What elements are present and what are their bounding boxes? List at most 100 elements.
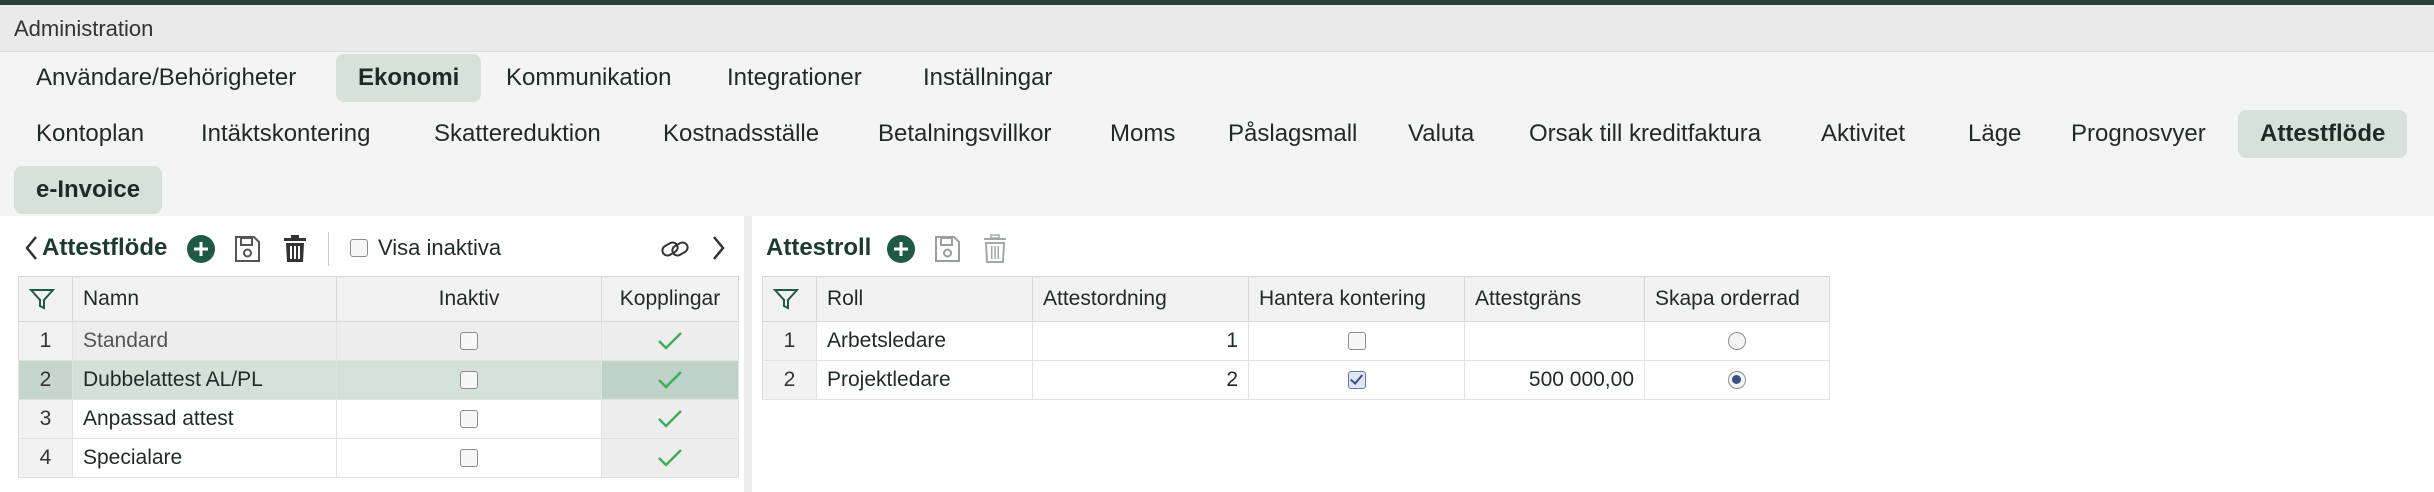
link-icon[interactable] <box>660 238 692 260</box>
attestflode-panel: Attestflöde Visa inaktiva Namn Inaktiv K… <box>0 216 744 492</box>
table-header: Namn Inaktiv Kopplingar <box>18 276 739 322</box>
attestroll-table: Roll Attestordning Hantera kontering Att… <box>762 276 2434 400</box>
row-role[interactable]: Projektledare <box>816 360 1033 400</box>
empty-cell <box>1830 361 2434 400</box>
tab-installningar[interactable]: Inställningar <box>901 54 1074 102</box>
table-row[interactable]: 2 Projektledare 2 500 000,00 <box>762 360 2434 400</box>
row-order[interactable]: 1 <box>1032 321 1249 361</box>
filter-header[interactable] <box>762 276 817 322</box>
row-number: 2 <box>18 360 73 400</box>
row-limit[interactable]: 500 000,00 <box>1464 360 1645 400</box>
row-number: 1 <box>18 321 73 361</box>
inactive-checkbox[interactable] <box>460 332 478 351</box>
table-row[interactable]: 1 Arbetsledare 1 <box>762 321 2434 361</box>
handle-posting-cell <box>1248 321 1465 361</box>
filter-header[interactable] <box>18 276 73 322</box>
inactive-checkbox[interactable] <box>460 449 478 468</box>
panel-title: Attestflöde <box>42 234 168 261</box>
sub-tab-bar: Kontoplan Intäktskontering Skatteredukti… <box>0 110 2434 160</box>
tab-integrationer[interactable]: Integrationer <box>705 54 884 102</box>
tab-intaktskontering[interactable]: Intäktskontering <box>179 110 392 158</box>
empty-cell <box>1830 322 2434 361</box>
tab-kostnadsstalle[interactable]: Kostnadsställe <box>641 110 841 158</box>
table-row[interactable]: 1 Standard <box>18 321 739 361</box>
check-icon <box>658 410 682 429</box>
tab-prognosvyer[interactable]: Prognosvyer <box>2049 110 2228 158</box>
tab-lage[interactable]: Läge <box>1946 110 2043 158</box>
create-order-row-radio[interactable] <box>1728 332 1746 351</box>
tab-moms[interactable]: Moms <box>1088 110 1197 158</box>
filter-icon[interactable] <box>28 287 56 311</box>
show-inactive-checkbox[interactable] <box>350 239 368 257</box>
show-inactive-label: Visa inaktiva <box>378 235 502 260</box>
panel-divider[interactable] <box>744 216 752 492</box>
window-title: Administration <box>14 16 154 41</box>
add-icon[interactable] <box>886 234 916 264</box>
handle-posting-checkbox[interactable] <box>1347 332 1366 351</box>
col-attestordning[interactable]: Attestordning <box>1032 276 1249 322</box>
tab-orsak-kreditfaktura[interactable]: Orsak till kreditfaktura <box>1507 110 1783 158</box>
tab-e-invoice[interactable]: e-Invoice <box>14 166 163 214</box>
chevron-right-icon[interactable] <box>712 235 726 261</box>
table-header: Roll Attestordning Hantera kontering Att… <box>762 276 2434 322</box>
check-icon <box>658 449 682 468</box>
tab-aktivitet[interactable]: Aktivitet <box>1799 110 1927 158</box>
row-number: 3 <box>18 399 73 439</box>
table-row[interactable]: 2 Dubbelattest AL/PL <box>18 360 739 400</box>
row-name[interactable]: Dubbelattest AL/PL <box>72 360 337 400</box>
row-name[interactable]: Specialare <box>72 438 337 478</box>
delete-icon[interactable] <box>280 234 310 264</box>
attestroll-panel: Attestroll Roll Attestordning Hantera ko… <box>752 216 2434 492</box>
toolbar-separator <box>328 232 329 266</box>
tab-skattereduktion[interactable]: Skattereduktion <box>412 110 623 158</box>
sub-tab-bar-row2: e-Invoice <box>0 166 2434 214</box>
col-hantera-kontering[interactable]: Hantera kontering <box>1248 276 1465 322</box>
inactive-cell <box>336 399 602 439</box>
row-limit[interactable] <box>1464 321 1645 361</box>
row-number: 1 <box>762 321 817 361</box>
row-role[interactable]: Arbetsledare <box>816 321 1033 361</box>
linked-cell <box>601 360 739 400</box>
tab-attestflode[interactable]: Attestflöde <box>2238 110 2408 158</box>
tab-kommunikation[interactable]: Kommunikation <box>484 54 693 102</box>
row-name[interactable]: Standard <box>72 321 337 361</box>
handle-posting-cell <box>1248 360 1465 400</box>
col-kopplingar[interactable]: Kopplingar <box>601 276 739 322</box>
save-icon[interactable] <box>232 234 262 264</box>
table-row[interactable]: 4 Specialare <box>18 438 739 478</box>
row-number: 4 <box>18 438 73 478</box>
handle-posting-checkbox[interactable] <box>1347 371 1366 390</box>
inactive-cell <box>336 438 602 478</box>
tab-betalningsvillkor[interactable]: Betalningsvillkor <box>856 110 1073 158</box>
create-order-row-cell <box>1644 321 1830 361</box>
col-inaktiv[interactable]: Inaktiv <box>336 276 602 322</box>
inactive-cell <box>336 321 602 361</box>
title-bar: Administration <box>0 5 2434 52</box>
panel-title: Attestroll <box>766 234 872 261</box>
col-attestgrans[interactable]: Attestgräns <box>1464 276 1645 322</box>
check-icon <box>658 332 682 351</box>
check-icon <box>658 371 682 390</box>
col-namn[interactable]: Namn <box>72 276 337 322</box>
col-skapa-orderrad[interactable]: Skapa orderrad <box>1644 276 1830 322</box>
tab-paslagsmall[interactable]: Påslagsmall <box>1206 110 1379 158</box>
tab-anvandare[interactable]: Användare/Behörigheter <box>14 54 318 102</box>
tab-kontoplan[interactable]: Kontoplan <box>14 110 166 158</box>
inactive-checkbox[interactable] <box>460 371 478 390</box>
linked-cell <box>601 321 739 361</box>
row-name[interactable]: Anpassad attest <box>72 399 337 439</box>
table-row[interactable]: 3 Anpassad attest <box>18 399 739 439</box>
empty-header <box>1829 276 2434 322</box>
attestflode-table: Namn Inaktiv Kopplingar 1 Standard 2 Dub… <box>18 276 739 478</box>
tab-valuta[interactable]: Valuta <box>1386 110 1496 158</box>
add-icon[interactable] <box>186 234 216 264</box>
row-order[interactable]: 2 <box>1032 360 1249 400</box>
tab-ekonomi[interactable]: Ekonomi <box>336 54 482 102</box>
inactive-checkbox[interactable] <box>460 410 478 429</box>
create-order-row-radio[interactable] <box>1728 371 1746 390</box>
filter-icon[interactable] <box>772 287 800 311</box>
save-icon[interactable] <box>932 234 962 264</box>
delete-icon[interactable] <box>980 234 1010 264</box>
col-roll[interactable]: Roll <box>816 276 1033 322</box>
chevron-left-icon[interactable] <box>24 235 38 261</box>
